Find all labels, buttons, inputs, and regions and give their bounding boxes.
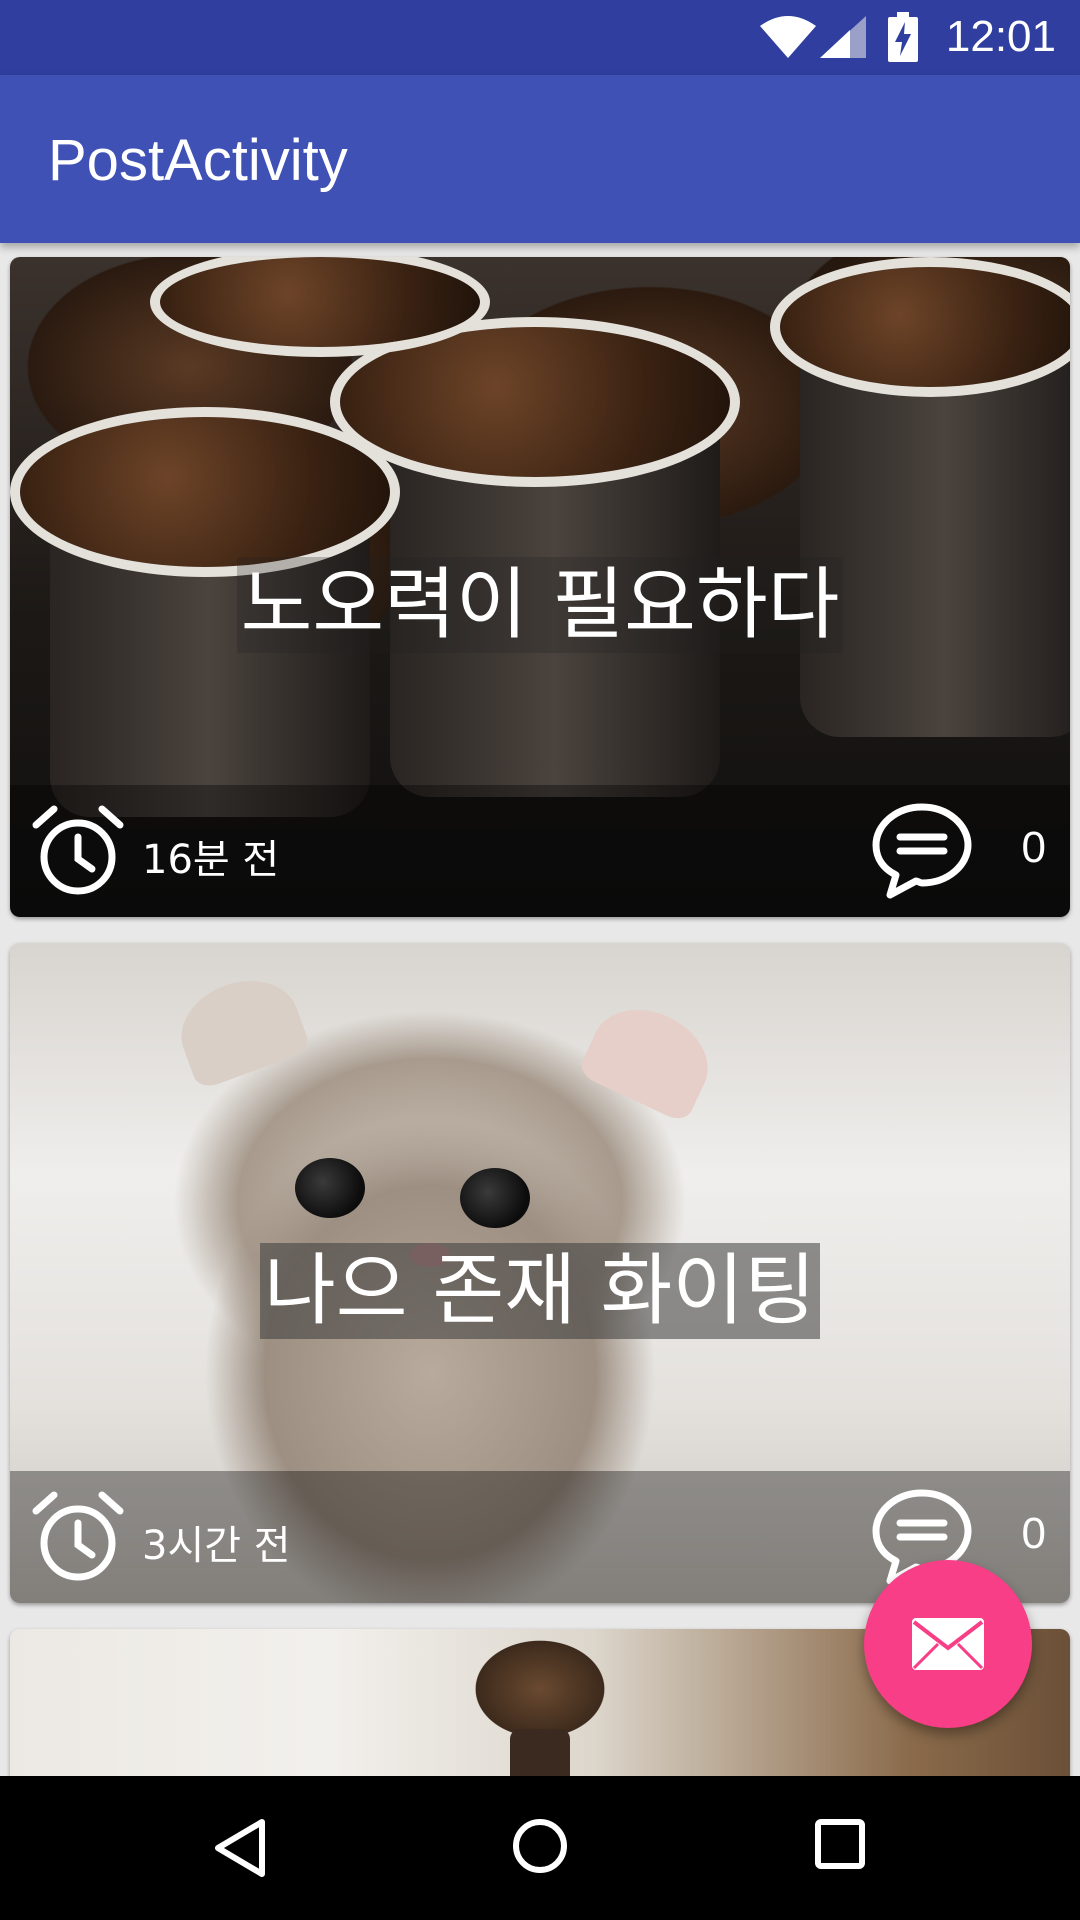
post-caption-container: 나으 존재 화이팅	[10, 1243, 1070, 1339]
signal-icon	[820, 16, 866, 58]
post-caption-container: 노오력이 필요하다	[10, 557, 1070, 653]
envelope-icon	[912, 1618, 984, 1670]
comment-count: 0	[1021, 1509, 1046, 1558]
wifi-icon	[760, 16, 816, 58]
post-meta-bar: 16분 전 0	[10, 785, 1070, 917]
comment-bubble-icon[interactable]	[870, 801, 974, 901]
compose-message-fab[interactable]	[864, 1560, 1032, 1728]
post-time-ago: 3시간 전	[142, 1523, 291, 1569]
post-time-ago: 16분 전	[142, 837, 280, 883]
post-card[interactable]: 노오력이 필요하다 16분 전 0	[10, 257, 1070, 917]
home-icon[interactable]	[510, 1816, 570, 1876]
recents-icon[interactable]	[812, 1816, 868, 1872]
post-caption: 나으 존재 화이팅	[260, 1243, 820, 1339]
alarm-clock-icon	[32, 805, 124, 895]
app-bar: PostActivity	[0, 75, 1080, 243]
status-bar: 12:01	[0, 0, 1080, 75]
back-icon[interactable]	[210, 1816, 274, 1880]
post-feed[interactable]: 노오력이 필요하다 16분 전 0 나으 존재 화이팅 3시간 전 0	[0, 243, 1080, 1776]
battery-charging-icon	[888, 12, 918, 62]
alarm-clock-icon	[32, 1491, 124, 1581]
status-time: 12:01	[945, 12, 1056, 61]
comment-count: 0	[1021, 823, 1046, 872]
post-caption: 노오력이 필요하다	[236, 557, 844, 653]
page-title: PostActivity	[48, 128, 348, 193]
post-card[interactable]: 나으 존재 화이팅 3시간 전 0	[10, 943, 1070, 1603]
navigation-bar	[0, 1776, 1080, 1920]
